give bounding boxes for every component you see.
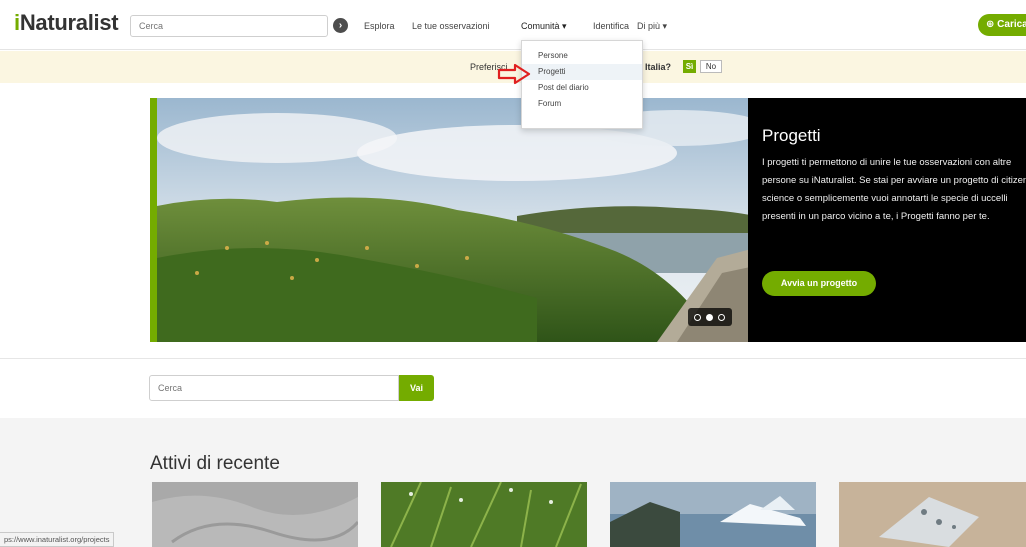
carousel-dot-2[interactable] xyxy=(706,314,713,321)
nav-more[interactable]: Di più ▾ xyxy=(637,21,667,32)
project-thumbnail[interactable] xyxy=(610,482,816,547)
nav-explore[interactable]: Esplora xyxy=(364,21,395,31)
recent-projects-section: Attivi di recente xyxy=(0,418,1026,547)
banner-yes-button[interactable]: Sì xyxy=(683,60,696,73)
hero-description: I progetti ti permettono di unire le tue… xyxy=(762,157,1026,222)
hero-carousel: Progetti I progetti ti permettono di uni… xyxy=(150,98,1026,342)
nav-identify[interactable]: Identifica xyxy=(593,21,629,31)
search-go-icon[interactable]: › xyxy=(333,18,348,33)
carousel-dot-1[interactable] xyxy=(694,314,701,321)
nav-community[interactable]: Comunità ▾ xyxy=(521,21,567,32)
menu-item-projects[interactable]: Progetti xyxy=(522,64,642,80)
banner-no-button[interactable]: No xyxy=(700,60,722,73)
banner-text-country: Italia? xyxy=(645,62,672,72)
upload-button[interactable]: ⊕ Carica xyxy=(978,14,1026,36)
top-nav-bar: iNaturalist › Esplora Le tue osservazion… xyxy=(0,0,1026,50)
menu-item-journal[interactable]: Post del diario xyxy=(522,80,642,96)
hero-title: Progetti xyxy=(762,126,821,145)
menu-item-people[interactable]: Persone xyxy=(522,48,642,64)
nav-your-observations[interactable]: Le tue osservazioni xyxy=(412,21,490,31)
community-dropdown-menu: Persone Progetti Post del diario Forum xyxy=(521,40,643,129)
hero-image xyxy=(150,98,748,342)
hero-info-panel: Progetti I progetti ti permettono di uni… xyxy=(748,98,1026,342)
site-logo[interactable]: iNaturalist xyxy=(14,10,119,36)
start-project-button[interactable]: Avvia un progetto xyxy=(762,271,876,296)
red-arrow-annotation-icon xyxy=(497,63,531,85)
browser-status-url: ps://www.inaturalist.org/projects xyxy=(0,532,115,547)
project-thumbnail[interactable] xyxy=(152,482,358,547)
project-search-input[interactable] xyxy=(149,375,399,401)
menu-item-forum[interactable]: Forum xyxy=(522,96,642,112)
logo-text: Naturalist xyxy=(19,10,119,35)
carousel-dot-3[interactable] xyxy=(718,314,725,321)
section-divider xyxy=(0,358,1026,359)
recent-section-title: Attivi di recente xyxy=(150,453,280,474)
project-thumbnail[interactable] xyxy=(839,482,1026,547)
project-search-button[interactable]: Vai xyxy=(399,375,434,401)
carousel-indicators xyxy=(688,308,732,326)
header-search-input[interactable] xyxy=(130,15,328,37)
project-thumbnail[interactable] xyxy=(381,482,587,547)
